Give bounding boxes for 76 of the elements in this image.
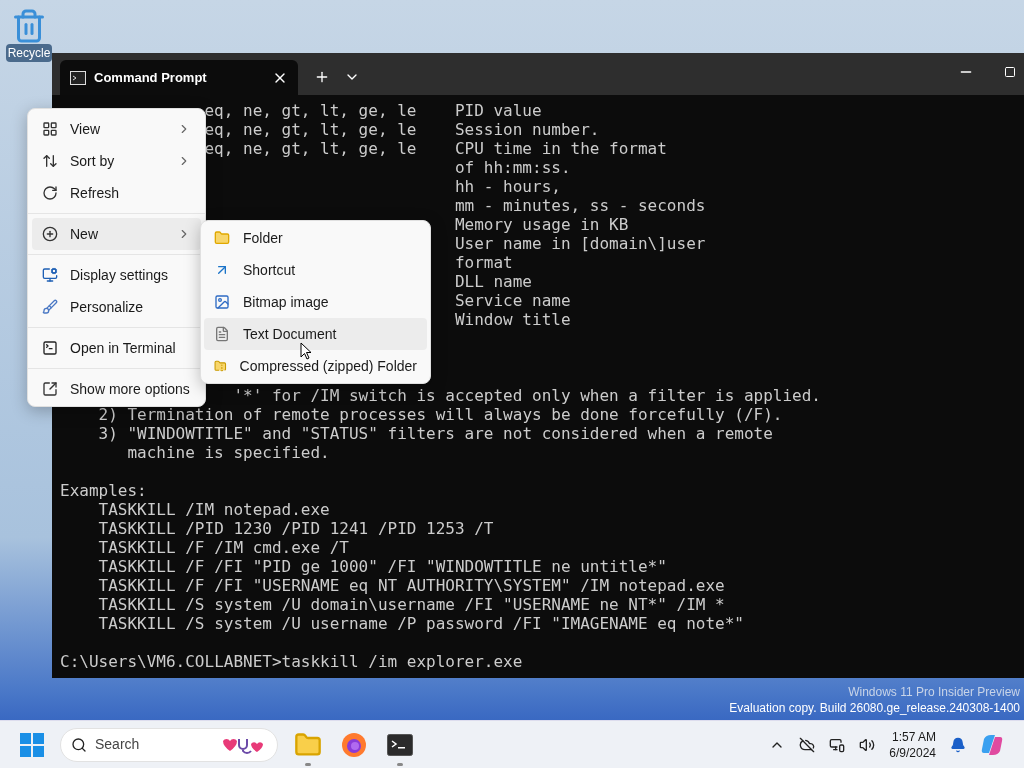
document-icon [214, 326, 230, 342]
terminal-text: Session number. [454, 120, 600, 139]
terminal-text: mm - minutes, ss - seconds [454, 196, 706, 215]
search-icon [71, 736, 87, 753]
folder-icon [214, 230, 230, 246]
folder-icon [294, 730, 322, 759]
terminal-text: TASKKILL /F /FI "USERNAME eq NT AUTHORITY\SYSTEM" /IM notepad.exe [98, 576, 725, 595]
terminal-text: PID value [454, 101, 542, 120]
maximize-icon[interactable] [1004, 66, 1016, 78]
terminal-icon [387, 733, 413, 756]
terminal-text: TASKKILL /F /IM cmd.exe /T [98, 538, 349, 557]
terminal-text: Examples: [60, 481, 147, 500]
terminal-text: eq, ne, gt, lt, ge, le [204, 101, 417, 120]
terminal-text: eq, ne, gt, lt, ge, le [204, 120, 417, 139]
menu-item[interactable]: Refresh [32, 177, 201, 209]
clock-time[interactable]: 1:57 AM [891, 728, 936, 745]
menu-item[interactable]: Shortcut [204, 254, 427, 286]
bell-icon[interactable] [950, 736, 966, 753]
terminal-text: of hh:mm:ss. [454, 158, 571, 177]
brush-icon [42, 299, 58, 315]
menu-item[interactable]: Open in Terminal [32, 332, 201, 364]
terminal-text: 3) "WINDOWTITLE" and "STATUS" filters are not considered when a remote [98, 424, 773, 443]
copilot-icon[interactable] [980, 732, 1004, 757]
menu-item[interactable]: Text Document [204, 318, 427, 350]
clock-date[interactable]: 6/9/2024 [889, 744, 936, 761]
expand-icon [42, 381, 58, 397]
terminal-text: 2) Termination of remote processes will always be done forcefully (/F). [98, 405, 783, 424]
terminal-text: '*' for /IM switch is accepted only when a filter is applied. [233, 386, 821, 405]
terminal-text: hh - hours, [454, 177, 561, 196]
search-input[interactable]: Search [95, 734, 211, 755]
search-bar[interactable]: Search [60, 727, 278, 762]
terminal-text: eq, ne, gt, lt, ge, le [204, 139, 417, 158]
monitor-gear-icon [42, 267, 58, 283]
menu-item[interactable]: Show more options [32, 373, 201, 405]
watermark-text: Evaluation copy. Build 26080.ge_release.240308-1400 [729, 700, 1020, 716]
menu-item[interactable]: Bitmap image [204, 286, 427, 318]
terminal-text: Service name [454, 291, 571, 310]
start-icon[interactable] [20, 732, 44, 757]
terminal-text: format [454, 253, 513, 272]
menu-item[interactable]: Compressed (zipped) Folder [204, 350, 427, 382]
terminal-icon [42, 340, 58, 356]
terminal-text: TASKKILL /PID 1230 /PID 1241 /PID 1253 /T [98, 519, 494, 538]
sort-icon [42, 153, 58, 169]
refresh-icon [42, 185, 58, 201]
menu-item[interactable]: New [32, 218, 201, 250]
new-tab-icon[interactable] [314, 69, 330, 85]
menu-item[interactable]: Sort by [32, 145, 201, 177]
grid-icon [42, 121, 58, 137]
terminal-text: Memory usage in KB [454, 215, 629, 234]
zip-folder-icon [214, 358, 227, 374]
terminal-text: User name in [domain\]user [454, 234, 706, 253]
devices-icon[interactable] [829, 736, 846, 753]
terminal-text: CPU time in the format [454, 139, 667, 158]
desktop-icon-label[interactable]: Recycle [5, 44, 53, 62]
mouse-pointer-icon [300, 342, 312, 360]
menu-item[interactable]: View [32, 113, 201, 145]
terminal-text: machine is specified. [127, 443, 330, 462]
console-icon [70, 70, 86, 85]
cloud-off-icon[interactable] [799, 736, 816, 753]
watermark-text: Windows 11 Pro Insider Preview [848, 684, 1020, 700]
menu-item[interactable]: Personalize [32, 291, 201, 323]
terminal-text: TASKKILL /S system /U username /P password /FI "IMAGENAME eq note*" [98, 614, 744, 633]
speaker-icon[interactable] [859, 736, 876, 753]
tab[interactable]: Command Prompt [60, 60, 298, 95]
terminal-text: DLL name [454, 272, 532, 291]
terminal-text: TASKKILL /F /FI "PID ge 1000" /FI "WINDOWTITLE ne untitle*" [98, 557, 667, 576]
terminal-text: Window title [454, 310, 571, 329]
terminal-text: TASKKILL /S system /U domain\username /FI "USERNAME ne NT*" /IM * [98, 595, 725, 614]
terminal-text: TASKKILL /IM notepad.exe [98, 500, 330, 519]
browser-icon [341, 731, 367, 758]
tab-title: Command Prompt [94, 68, 208, 87]
terminal-text: C:\Users\VM6.COLLABNET>taskkill /im explorer.exe [60, 652, 523, 671]
menu-item[interactable]: Display settings [32, 259, 201, 291]
menu-item[interactable]: Folder [204, 222, 427, 254]
plus-circle-icon [42, 226, 58, 242]
image-file-icon [214, 294, 230, 310]
